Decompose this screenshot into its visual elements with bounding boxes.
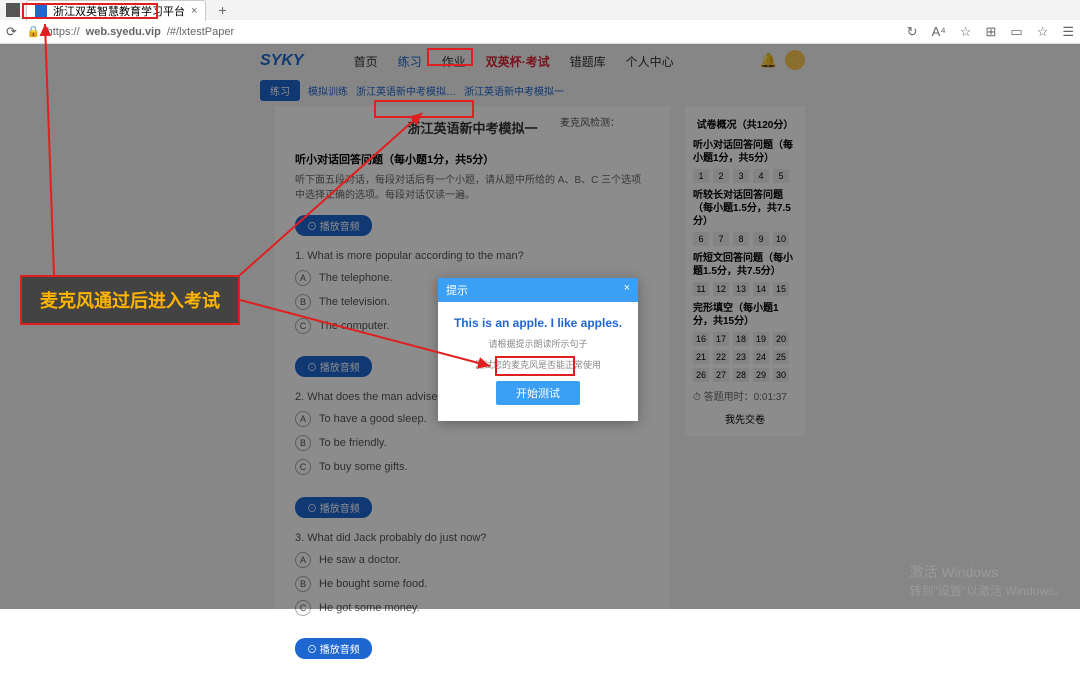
url-box[interactable]: 🔒 https:// web.syedu.vip /#/lxtestPaper bbox=[27, 25, 897, 38]
tab-close-icon[interactable]: × bbox=[191, 5, 197, 17]
collections-icon[interactable]: ▭ bbox=[1010, 24, 1022, 40]
star-icon[interactable]: ☆ bbox=[960, 24, 972, 40]
lock-icon: 🔒 bbox=[27, 25, 41, 38]
new-tab-button[interactable]: + bbox=[212, 2, 232, 18]
browser-tab-bar: 浙江双英智慧教育学习平台 × + bbox=[0, 0, 1080, 20]
url-host: web.syedu.vip bbox=[86, 26, 161, 38]
tab-title: 浙江双英智慧教育学习平台 bbox=[53, 3, 185, 19]
play-audio-button-4[interactable]: ⊙ 播放音频 bbox=[295, 638, 372, 659]
favorites-icon[interactable]: ☆ bbox=[1037, 24, 1049, 40]
text-size-icon[interactable]: A⁴ bbox=[932, 24, 946, 40]
reload-icon[interactable]: ⟳ bbox=[6, 24, 17, 40]
window-icon bbox=[6, 3, 20, 17]
modal-hint-1: 请根据提示朗读所示句子 bbox=[448, 338, 628, 351]
menu-icon[interactable]: ☰ bbox=[1062, 24, 1074, 40]
url-prefix: https:// bbox=[47, 26, 80, 38]
address-bar: ⟳ 🔒 https://web.syedu.vip/#/lxtestPaper … bbox=[0, 20, 1080, 44]
modal-title: 提示 bbox=[446, 282, 468, 298]
extensions-icon[interactable]: ⊞ bbox=[985, 24, 996, 40]
favicon bbox=[35, 5, 47, 17]
sync-icon[interactable]: ↻ bbox=[907, 24, 918, 40]
modal-close-icon[interactable]: × bbox=[624, 282, 630, 298]
url-path: /#/lxtestPaper bbox=[167, 26, 234, 38]
page-content: SYKY 首页 练习 作业 双英杯·考试 错题库 个人中心 🔔 练习 模拟训练 … bbox=[0, 44, 1080, 609]
start-test-button[interactable]: 开始测试 bbox=[496, 381, 580, 405]
windows-watermark: 激活 Windows 转到"设置"以激活 Windows。 bbox=[909, 562, 1066, 599]
annotation-label: 麦克风通过后进入考试 bbox=[20, 275, 240, 325]
mic-test-modal: 提示 × This is an apple. I like apples. 请根… bbox=[438, 278, 638, 421]
modal-hint-2: 测试您的麦克风是否能正常使用 bbox=[448, 359, 628, 372]
browser-tab[interactable]: 浙江双英智慧教育学习平台 × bbox=[26, 0, 206, 21]
modal-sentence: This is an apple. I like apples. bbox=[448, 316, 628, 330]
